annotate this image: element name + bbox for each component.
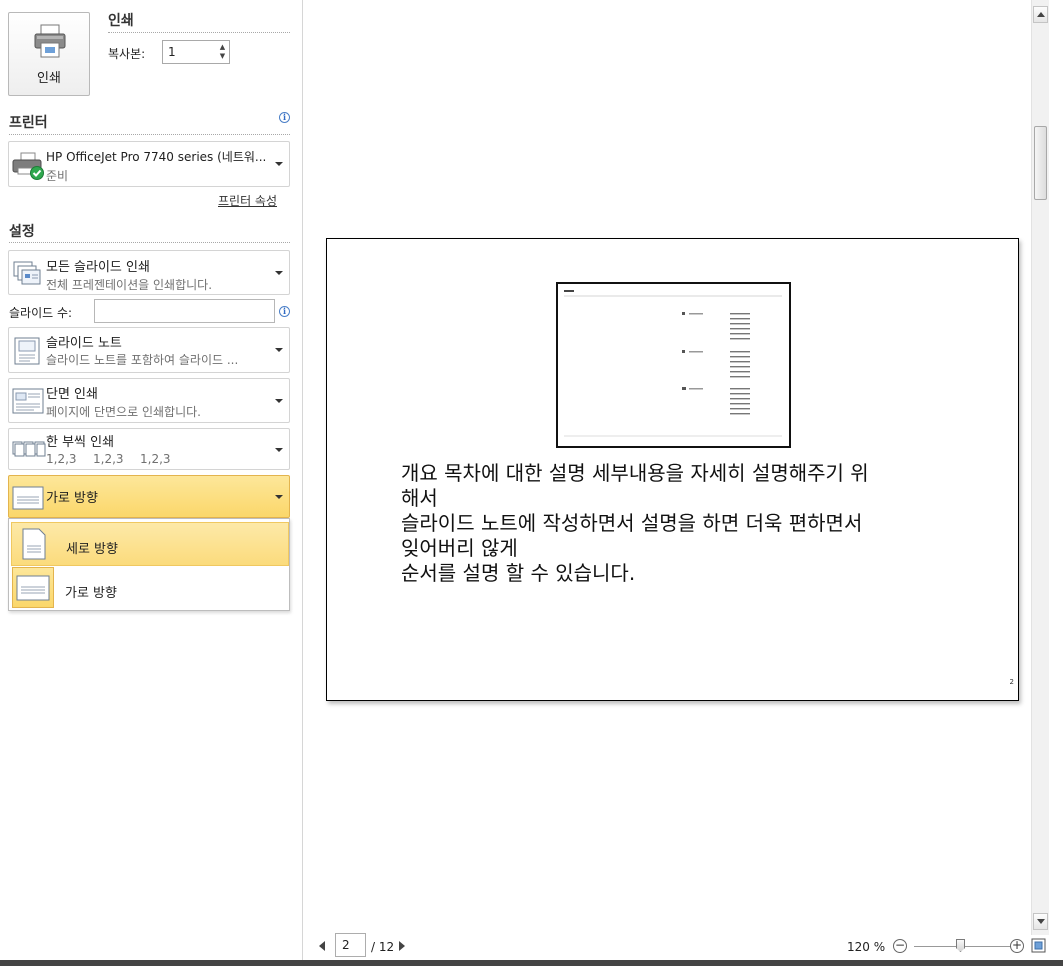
window-bottom-edge: [0, 960, 1063, 966]
one-sided-icon: [12, 385, 44, 420]
previous-page-icon[interactable]: [319, 941, 325, 951]
zoom-out-icon[interactable]: −: [893, 939, 907, 953]
print-range-dropdown[interactable]: 모든 슬라이드 인쇄 전체 프레젠테이션을 인쇄합니다.: [8, 250, 290, 295]
chevron-down-icon: [275, 348, 283, 352]
slide-notes-text: 개요 목차에 대한 설명 세부내용을 자세히 설명해주기 위 해서 슬라이드 노…: [401, 461, 869, 585]
spinner-arrows-icon[interactable]: ▲ ▼: [218, 43, 227, 61]
info-icon[interactable]: i: [279, 112, 290, 123]
divider: [9, 134, 290, 135]
notes-page-icon: [12, 336, 42, 369]
orientation-option-label: 세로 방향: [66, 542, 118, 557]
print-settings-pane: 인쇄 인쇄 복사본: 1 ▲ ▼ 프린터 i HP OfficeJet Pro 7…: [0, 0, 303, 960]
collate-seq-1: 1,2,3: [46, 452, 77, 466]
print-range-title: 모든 슬라이드 인쇄: [46, 260, 150, 275]
slide-thumbnail-image: [564, 290, 782, 437]
copies-spinner[interactable]: 1 ▲ ▼: [162, 40, 230, 64]
chevron-down-icon: [275, 448, 283, 452]
print-layout-title: 슬라이드 노트: [46, 336, 122, 351]
orientation-selected: 가로 방향: [46, 491, 98, 506]
orientation-option-label: 가로 방향: [65, 586, 117, 601]
printer-ready-icon: [12, 151, 46, 184]
chevron-down-icon: [275, 495, 283, 499]
zoom-in-icon[interactable]: +: [1010, 939, 1024, 953]
print-section-title: 인쇄: [108, 13, 134, 29]
print-sides-desc: 페이지에 단면으로 인쇄합니다.: [46, 405, 201, 419]
copies-value[interactable]: 1: [168, 45, 176, 59]
info-icon[interactable]: i: [279, 306, 290, 317]
collate-title: 한 부씩 인쇄: [46, 435, 115, 450]
print-range-desc: 전체 프레젠테이션을 인쇄합니다.: [46, 278, 213, 292]
page-number: 2: [1009, 678, 1014, 686]
divider: [108, 32, 290, 33]
orientation-option-landscape[interactable]: 가로 방향: [11, 567, 289, 611]
all-slides-icon: [12, 258, 42, 291]
printer-name: HP OfficeJet Pro 7740 series (네트워...: [46, 150, 267, 164]
current-page[interactable]: 2: [342, 938, 350, 952]
chevron-down-icon: [275, 162, 283, 166]
total-pages: / 12: [371, 940, 395, 954]
printer-icon: [33, 23, 67, 62]
landscape-icon: [12, 567, 54, 608]
preview-page: 개요 목차에 대한 설명 세부내용을 자세히 설명해주기 위 해서 슬라이드 노…: [326, 238, 1019, 701]
arrow-down-icon: [1037, 919, 1045, 924]
collate-seq-3: 1,2,3: [140, 452, 171, 466]
collate-dropdown[interactable]: 한 부씩 인쇄 1,2,3 1,2,3 1,2,3: [8, 428, 290, 470]
scroll-up-button[interactable]: [1033, 6, 1048, 23]
printer-dropdown[interactable]: HP OfficeJet Pro 7740 series (네트워... 준비: [8, 141, 290, 187]
print-button-label: 인쇄: [37, 71, 61, 86]
printer-section-title: 프린터: [9, 115, 48, 131]
arrow-up-icon: [1037, 12, 1045, 17]
scroll-down-button[interactable]: [1033, 913, 1048, 930]
printer-status: 준비: [46, 169, 69, 183]
orientation-dropdown[interactable]: 가로 방향: [8, 475, 290, 518]
print-sides-title: 단면 인쇄: [46, 387, 98, 402]
scrollbar-thumb[interactable]: [1034, 126, 1047, 200]
divider: [9, 242, 290, 243]
orientation-menu: 세로 방향 가로 방향: [8, 518, 290, 611]
slides-count-label: 슬라이드 수:: [9, 306, 73, 320]
print-layout-desc: 슬라이드 노트를 포함하여 슬라이드 ...: [46, 353, 239, 367]
zoom-level[interactable]: 120 %: [847, 940, 885, 954]
zoom-slider-handle[interactable]: [956, 939, 965, 952]
portrait-icon: [21, 528, 47, 563]
print-layout-dropdown[interactable]: 슬라이드 노트 슬라이드 노트를 포함하여 슬라이드 ...: [8, 327, 290, 373]
preview-status-bar: 2 / 12 120 % − +: [304, 933, 1063, 960]
print-sides-dropdown[interactable]: 단면 인쇄 페이지에 단면으로 인쇄합니다.: [8, 378, 290, 423]
slide-thumbnail: [556, 282, 791, 448]
printer-properties-link[interactable]: 프린터 속성: [218, 192, 277, 209]
chevron-down-icon: [275, 399, 283, 403]
slides-input[interactable]: [94, 299, 275, 323]
orientation-option-portrait[interactable]: 세로 방향: [11, 522, 289, 566]
vertical-scrollbar[interactable]: [1031, 0, 1049, 935]
collated-icon: [12, 436, 46, 465]
fit-to-window-icon[interactable]: [1031, 938, 1046, 956]
landscape-icon: [12, 485, 44, 514]
next-page-icon[interactable]: [399, 941, 405, 951]
chevron-down-icon: [275, 271, 283, 275]
settings-section-title: 설정: [9, 224, 35, 240]
collate-seq-2: 1,2,3: [93, 452, 124, 466]
page-number-input[interactable]: 2: [335, 933, 366, 957]
print-button[interactable]: 인쇄: [8, 12, 90, 96]
copies-label: 복사본:: [108, 47, 146, 61]
